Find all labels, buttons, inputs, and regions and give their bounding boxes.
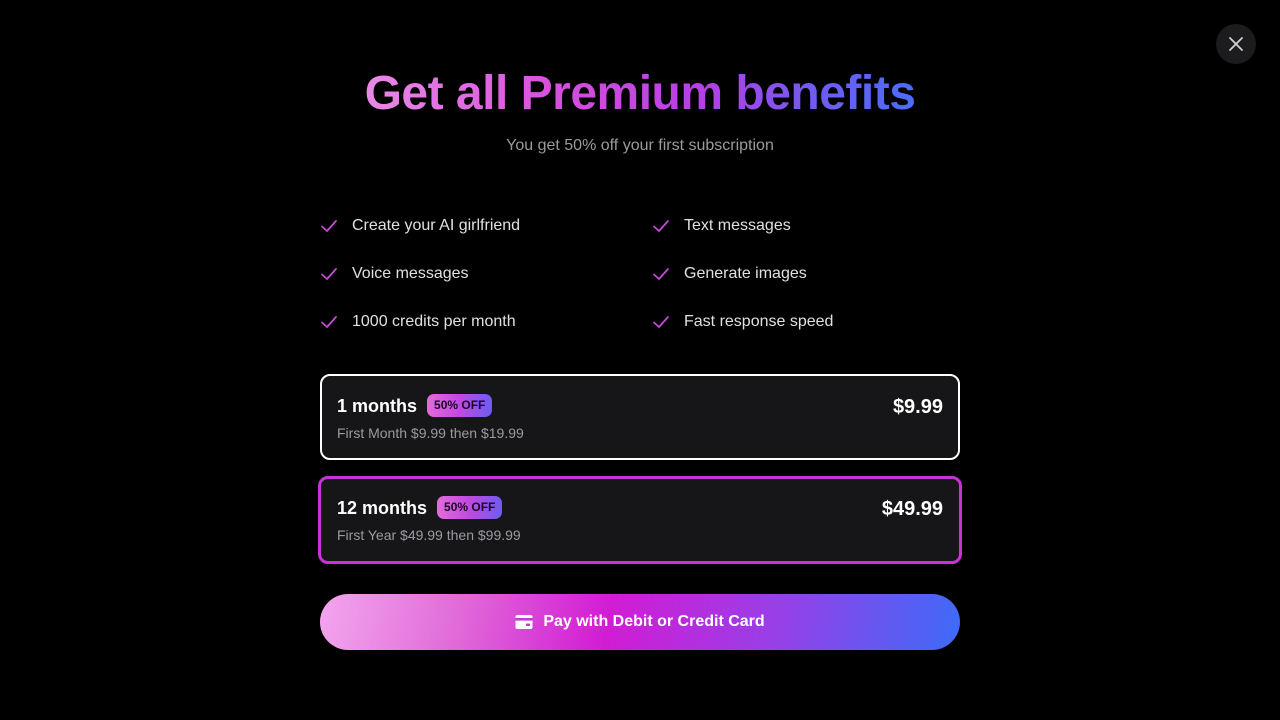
plan-price: $9.99 [892, 396, 943, 418]
benefit-item: Voice messages [320, 250, 652, 298]
close-button[interactable] [1216, 24, 1256, 64]
benefit-label: Generate images [684, 265, 807, 282]
premium-modal: Get all Premium benefits You get 50% off… [0, 0, 1280, 720]
discount-badge: 50% OFF [427, 393, 493, 417]
page-subtitle: You get 50% off your first subscription [506, 137, 774, 154]
plan-name: 1 months 50% OFF [337, 393, 493, 419]
benefit-item: Create your AI girlfriend [320, 202, 652, 250]
plan-name-text: 1 months [337, 396, 418, 416]
benefit-label: Voice messages [352, 265, 469, 282]
page-title: Get all Premium benefits [364, 67, 916, 120]
pay-button-label: Pay with Debit or Credit Card [543, 613, 765, 630]
check-icon [321, 220, 337, 232]
plan-option-1-month[interactable]: 1 months 50% OFF First Month $9.99 then $… [320, 374, 960, 460]
check-icon [653, 220, 669, 232]
plan-option-12-months[interactable]: 12 months 50% OFF First Year $49.99 then … [318, 476, 962, 564]
plan-description: First Year $49.99 then $99.99 [337, 527, 521, 543]
check-icon [653, 268, 669, 280]
close-icon [1229, 37, 1243, 51]
benefit-label: Create your AI girlfriend [352, 217, 521, 234]
plan-price: $49.99 [881, 498, 943, 520]
benefit-item: Fast response speed [652, 298, 960, 346]
discount-badge: 50% OFF [437, 495, 503, 519]
benefits-list: Create your AI girlfriend Text messages … [320, 202, 960, 346]
benefit-item: 1000 credits per month [320, 298, 652, 346]
plan-name-text: 12 months [337, 498, 428, 518]
credit-card-icon [515, 615, 533, 629]
check-icon [321, 268, 337, 280]
check-icon [653, 316, 669, 328]
benefit-label: Text messages [684, 217, 791, 234]
pay-with-card-button[interactable]: Pay with Debit or Credit Card [320, 594, 960, 650]
benefit-label: Fast response speed [684, 313, 834, 330]
benefit-label: 1000 credits per month [352, 313, 516, 330]
benefit-item: Text messages [652, 202, 960, 250]
plan-name: 12 months 50% OFF [337, 495, 503, 521]
benefit-item: Generate images [652, 250, 960, 298]
check-icon [321, 316, 337, 328]
plan-description: First Month $9.99 then $19.99 [337, 425, 524, 441]
